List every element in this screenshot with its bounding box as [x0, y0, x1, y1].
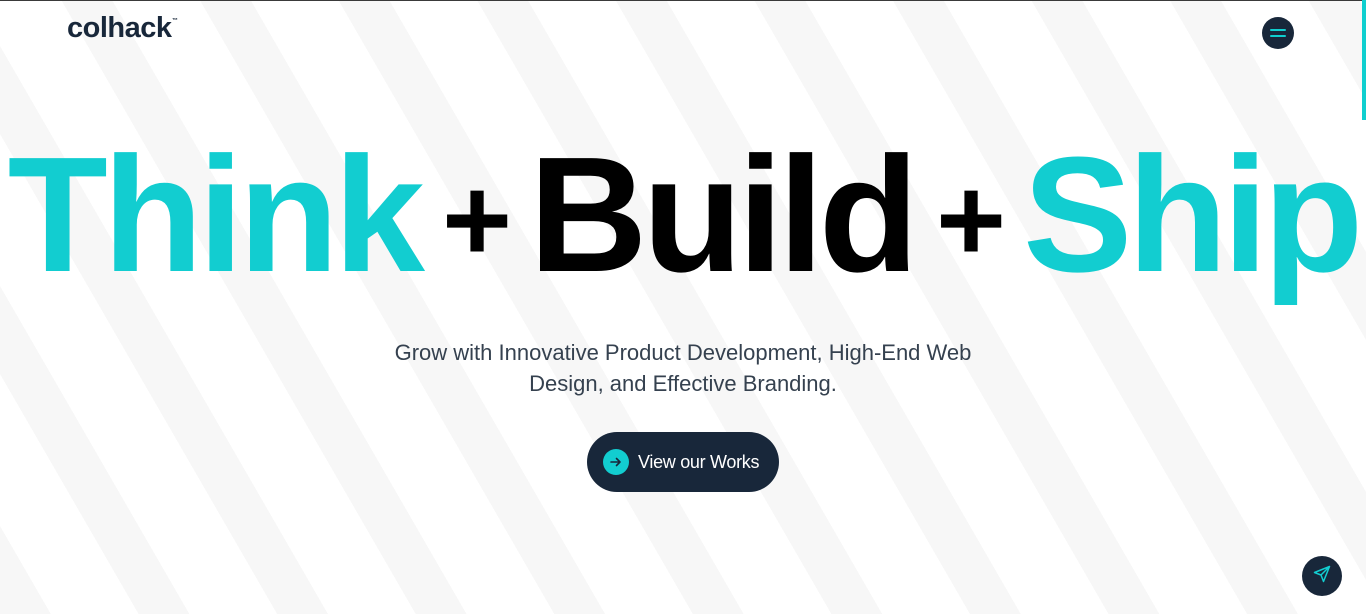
subtitle-line-2: Design, and Effective Branding. [529, 371, 837, 396]
scroll-indicator [1362, 0, 1366, 120]
hero-heading: Think + Build + Ship [0, 120, 1366, 310]
logo-text: colhack [67, 12, 172, 44]
hero-word-think: Think [7, 123, 425, 306]
plus-icon: + [441, 153, 512, 287]
arrow-right-icon [603, 449, 629, 475]
subtitle-line-1: Grow with Innovative Product Development… [394, 340, 972, 365]
plus-icon: + [935, 153, 1006, 287]
send-message-button[interactable] [1302, 556, 1342, 596]
hero-word-ship: Ship [1023, 123, 1363, 306]
hero-subtitle: Grow with Innovative Product Development… [333, 337, 1033, 399]
menu-button[interactable] [1262, 17, 1294, 49]
hero-word-build: Build [529, 123, 919, 306]
hamburger-menu-icon-line [1270, 35, 1286, 37]
logo-trademark: ™ [172, 18, 178, 24]
window-top-border [0, 0, 1366, 1]
hamburger-menu-icon [1270, 29, 1286, 31]
logo[interactable]: colhack ™ [67, 12, 178, 45]
view-our-works-label: View our Works [638, 451, 760, 472]
send-icon [1312, 564, 1332, 589]
view-our-works-button[interactable]: View our Works [587, 432, 779, 492]
